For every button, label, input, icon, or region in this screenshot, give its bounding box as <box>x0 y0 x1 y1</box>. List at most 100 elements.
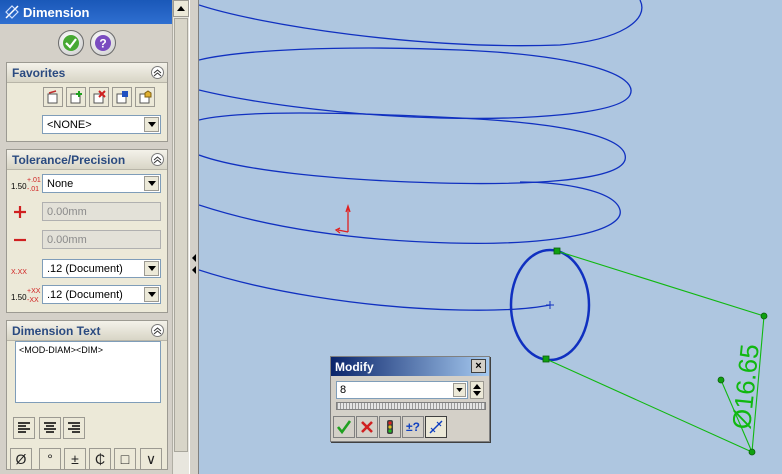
collapse-icon[interactable] <box>151 66 164 79</box>
favorites-select[interactable]: <NONE> <box>42 115 161 134</box>
spin-up-icon[interactable] <box>473 384 481 389</box>
tolerance-precision-icon-lower: -XX <box>27 297 39 304</box>
tolerance-precision-select[interactable]: .12 (Document) <box>42 285 161 304</box>
add-favorite-icon <box>70 91 82 104</box>
diameter-symbol-button[interactable]: Ø <box>10 448 32 470</box>
primary-precision-value: .12 (Document) <box>47 262 123 275</box>
spin-down-icon[interactable] <box>473 391 481 396</box>
panel-title: Dimension <box>23 4 90 20</box>
scroll-thumb[interactable] <box>174 18 188 452</box>
align-right-button[interactable] <box>63 417 85 439</box>
save-favorite-icon <box>116 91 128 104</box>
property-manager-panel: Dimension ? Favorites <NONE> Tolerance/P… <box>0 0 172 474</box>
panel-splitter[interactable] <box>189 0 199 474</box>
save-favorite-button[interactable] <box>112 87 132 107</box>
modify-ok-button[interactable] <box>333 416 355 438</box>
modify-reset-button[interactable]: ±? <box>402 416 424 438</box>
favorites-title-label: Favorites <box>12 65 66 80</box>
tolerance-icon-upper: +.01 <box>27 177 41 184</box>
tolerance-precision-icon: 1.50 +XX -XX <box>11 288 41 304</box>
chevron-down-icon[interactable] <box>144 261 159 276</box>
load-favorite-icon <box>139 90 152 104</box>
cancel-icon <box>361 421 373 433</box>
dimension-value-label[interactable]: Ø16.65 <box>726 343 765 431</box>
panel-scrollbar[interactable] <box>172 0 189 474</box>
align-left-icon <box>18 422 30 433</box>
tolerance-type-value: None <box>47 177 74 190</box>
modify-rebuild-button[interactable] <box>379 416 401 438</box>
modify-dialog: Modify × 8 ±? <box>330 356 490 442</box>
ok-button[interactable] <box>58 30 84 56</box>
rebuild-icon <box>387 420 393 434</box>
tolerance-title-label: Tolerance/Precision <box>12 152 126 167</box>
primary-precision-select[interactable]: .12 (Document) <box>42 259 161 278</box>
value-spinner[interactable] <box>470 381 484 399</box>
chevron-down-icon[interactable] <box>453 383 466 397</box>
checkmark-icon <box>63 35 79 51</box>
modify-title-bar[interactable]: Modify × <box>331 357 489 376</box>
favorites-title[interactable]: Favorites <box>7 63 167 83</box>
align-center-icon <box>44 422 56 433</box>
tolerance-type-icon: 1.50 +.01 -.01 <box>11 177 41 193</box>
center-mark-icon <box>546 301 554 309</box>
chevron-down-icon[interactable] <box>144 117 159 132</box>
tolerance-precision-group: Tolerance/Precision 1.50 +.01 -.01 None … <box>6 149 168 313</box>
load-favorite-button[interactable] <box>135 87 155 107</box>
dimension-icon <box>5 5 19 19</box>
modify-value-input[interactable]: 8 <box>336 381 468 399</box>
align-left-button[interactable] <box>13 417 35 439</box>
circle-handle-top[interactable] <box>553 247 561 255</box>
tolerance-precision-value: .12 (Document) <box>47 288 123 301</box>
question-icon: ? <box>95 35 111 51</box>
tolerance-title[interactable]: Tolerance/Precision <box>7 150 167 170</box>
circle-handle-bottom[interactable] <box>542 355 550 363</box>
scroll-up-button[interactable] <box>173 0 189 17</box>
plus-tolerance-value: 0.00mm <box>47 205 87 218</box>
modify-value-text: 8 <box>340 384 347 396</box>
tolerance-type-select[interactable]: None <box>42 174 161 193</box>
dimension-handle-top[interactable] <box>760 312 768 320</box>
add-favorite-button[interactable] <box>66 87 86 107</box>
apply-favorite-button[interactable] <box>43 87 63 107</box>
close-icon[interactable]: × <box>471 359 486 373</box>
collapse-arrows-icon <box>192 254 196 274</box>
reset-icon: ±? <box>406 420 420 434</box>
panel-header: Dimension <box>0 0 172 24</box>
collapse-icon[interactable] <box>151 324 164 337</box>
favorites-group: Favorites <NONE> <box>6 62 168 142</box>
degree-symbol-button[interactable]: ° <box>39 448 61 470</box>
centerline-symbol-button[interactable]: ₵ <box>89 448 111 470</box>
delete-favorite-button[interactable] <box>89 87 109 107</box>
mark-dimension-button[interactable] <box>425 416 447 438</box>
plus-icon <box>14 206 26 218</box>
svg-text:?: ? <box>99 37 106 51</box>
tolerance-icon-lower: -.01 <box>27 186 39 193</box>
ok-icon <box>336 420 352 435</box>
chevron-down-icon[interactable] <box>144 287 159 302</box>
dimension-text-area[interactable]: <MOD-DIAM><DIM> <box>15 341 161 403</box>
text-handle[interactable] <box>717 376 725 384</box>
chevron-up-icon <box>177 6 185 11</box>
plus-tolerance-input[interactable]: 0.00mm <box>42 202 161 221</box>
mark-dimension-icon <box>429 420 443 434</box>
dimension-text-title-label: Dimension Text <box>12 323 101 338</box>
apply-favorite-icon <box>47 90 58 104</box>
chevron-down-icon[interactable] <box>144 176 159 191</box>
square-symbol-button[interactable]: □ <box>114 448 136 470</box>
dimension-handle-bottom[interactable] <box>748 448 756 456</box>
collapse-icon[interactable] <box>151 153 164 166</box>
origin-axis-icon <box>334 203 351 234</box>
minus-tolerance-input[interactable]: 0.00mm <box>42 230 161 249</box>
align-center-button[interactable] <box>39 417 61 439</box>
dimension-text-title[interactable]: Dimension Text <box>7 321 167 341</box>
precision-icon-text: X.XX <box>11 269 27 276</box>
more-symbols-button[interactable]: ∨ <box>140 448 162 470</box>
tolerance-precision-icon-main: 1.50 <box>11 293 27 302</box>
modify-cancel-button[interactable] <box>356 416 378 438</box>
help-button[interactable]: ? <box>90 30 116 56</box>
thumbwheel[interactable] <box>336 402 486 410</box>
graphics-area[interactable]: Ø16.65 <box>199 0 782 474</box>
plus-minus-symbol-button[interactable]: ± <box>64 448 86 470</box>
align-right-icon <box>68 422 80 433</box>
minus-tolerance-value: 0.00mm <box>47 233 87 246</box>
